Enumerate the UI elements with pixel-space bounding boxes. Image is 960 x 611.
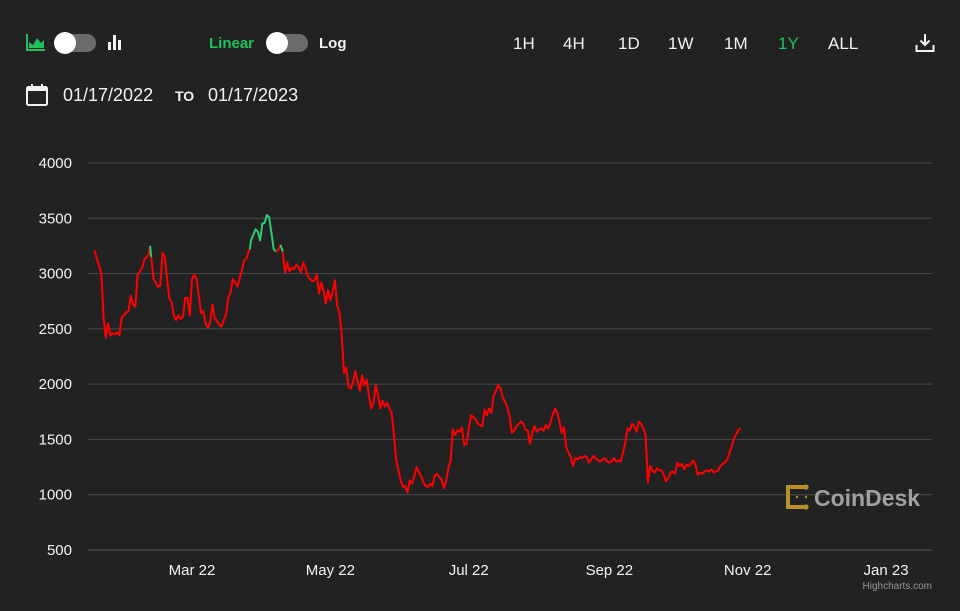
y-tick-label: 1000 bbox=[39, 487, 72, 504]
y-tick-label: 500 bbox=[47, 542, 72, 559]
highcharts-credits[interactable]: Highcharts.com bbox=[863, 581, 932, 592]
y-tick-label: 2500 bbox=[39, 321, 72, 338]
x-tick-label: Nov 22 bbox=[724, 562, 772, 579]
x-tick-label: Sep 22 bbox=[586, 562, 634, 579]
price-line-segment-down bbox=[150, 248, 251, 329]
price-line-segment-up bbox=[149, 245, 153, 258]
y-tick-label: 3000 bbox=[39, 266, 72, 283]
x-axis-labels: Mar 22 May 22 Jul 22 Sep 22 Nov 22 Jan 23 bbox=[169, 562, 909, 579]
price-line-segment-down bbox=[281, 251, 742, 494]
price-line-segment-down bbox=[93, 245, 152, 339]
coindesk-watermark: CoinDesk bbox=[786, 484, 920, 511]
x-tick-label: Jan 23 bbox=[864, 562, 909, 579]
price-chart[interactable]: 5001000150020002500300035004000 Mar 22 Ma… bbox=[0, 0, 960, 611]
y-axis-labels: 500 1000 1500 2000 2500 3000 3500 4000 bbox=[39, 155, 72, 559]
x-tick-label: May 22 bbox=[306, 562, 355, 579]
price-line-segment-up bbox=[248, 214, 277, 253]
price-line bbox=[93, 214, 742, 494]
coindesk-logo-icon bbox=[786, 484, 809, 510]
grid-lines bbox=[88, 162, 932, 551]
y-tick-label: 1500 bbox=[39, 431, 72, 448]
watermark-text: CoinDesk bbox=[814, 485, 920, 511]
price-line-segment-up bbox=[279, 244, 284, 252]
y-tick-label: 4000 bbox=[39, 155, 72, 172]
y-tick-label: 2000 bbox=[39, 376, 72, 393]
x-tick-label: Mar 22 bbox=[169, 562, 216, 579]
y-tick-label: 3500 bbox=[39, 210, 72, 227]
x-tick-label: Jul 22 bbox=[449, 562, 489, 579]
